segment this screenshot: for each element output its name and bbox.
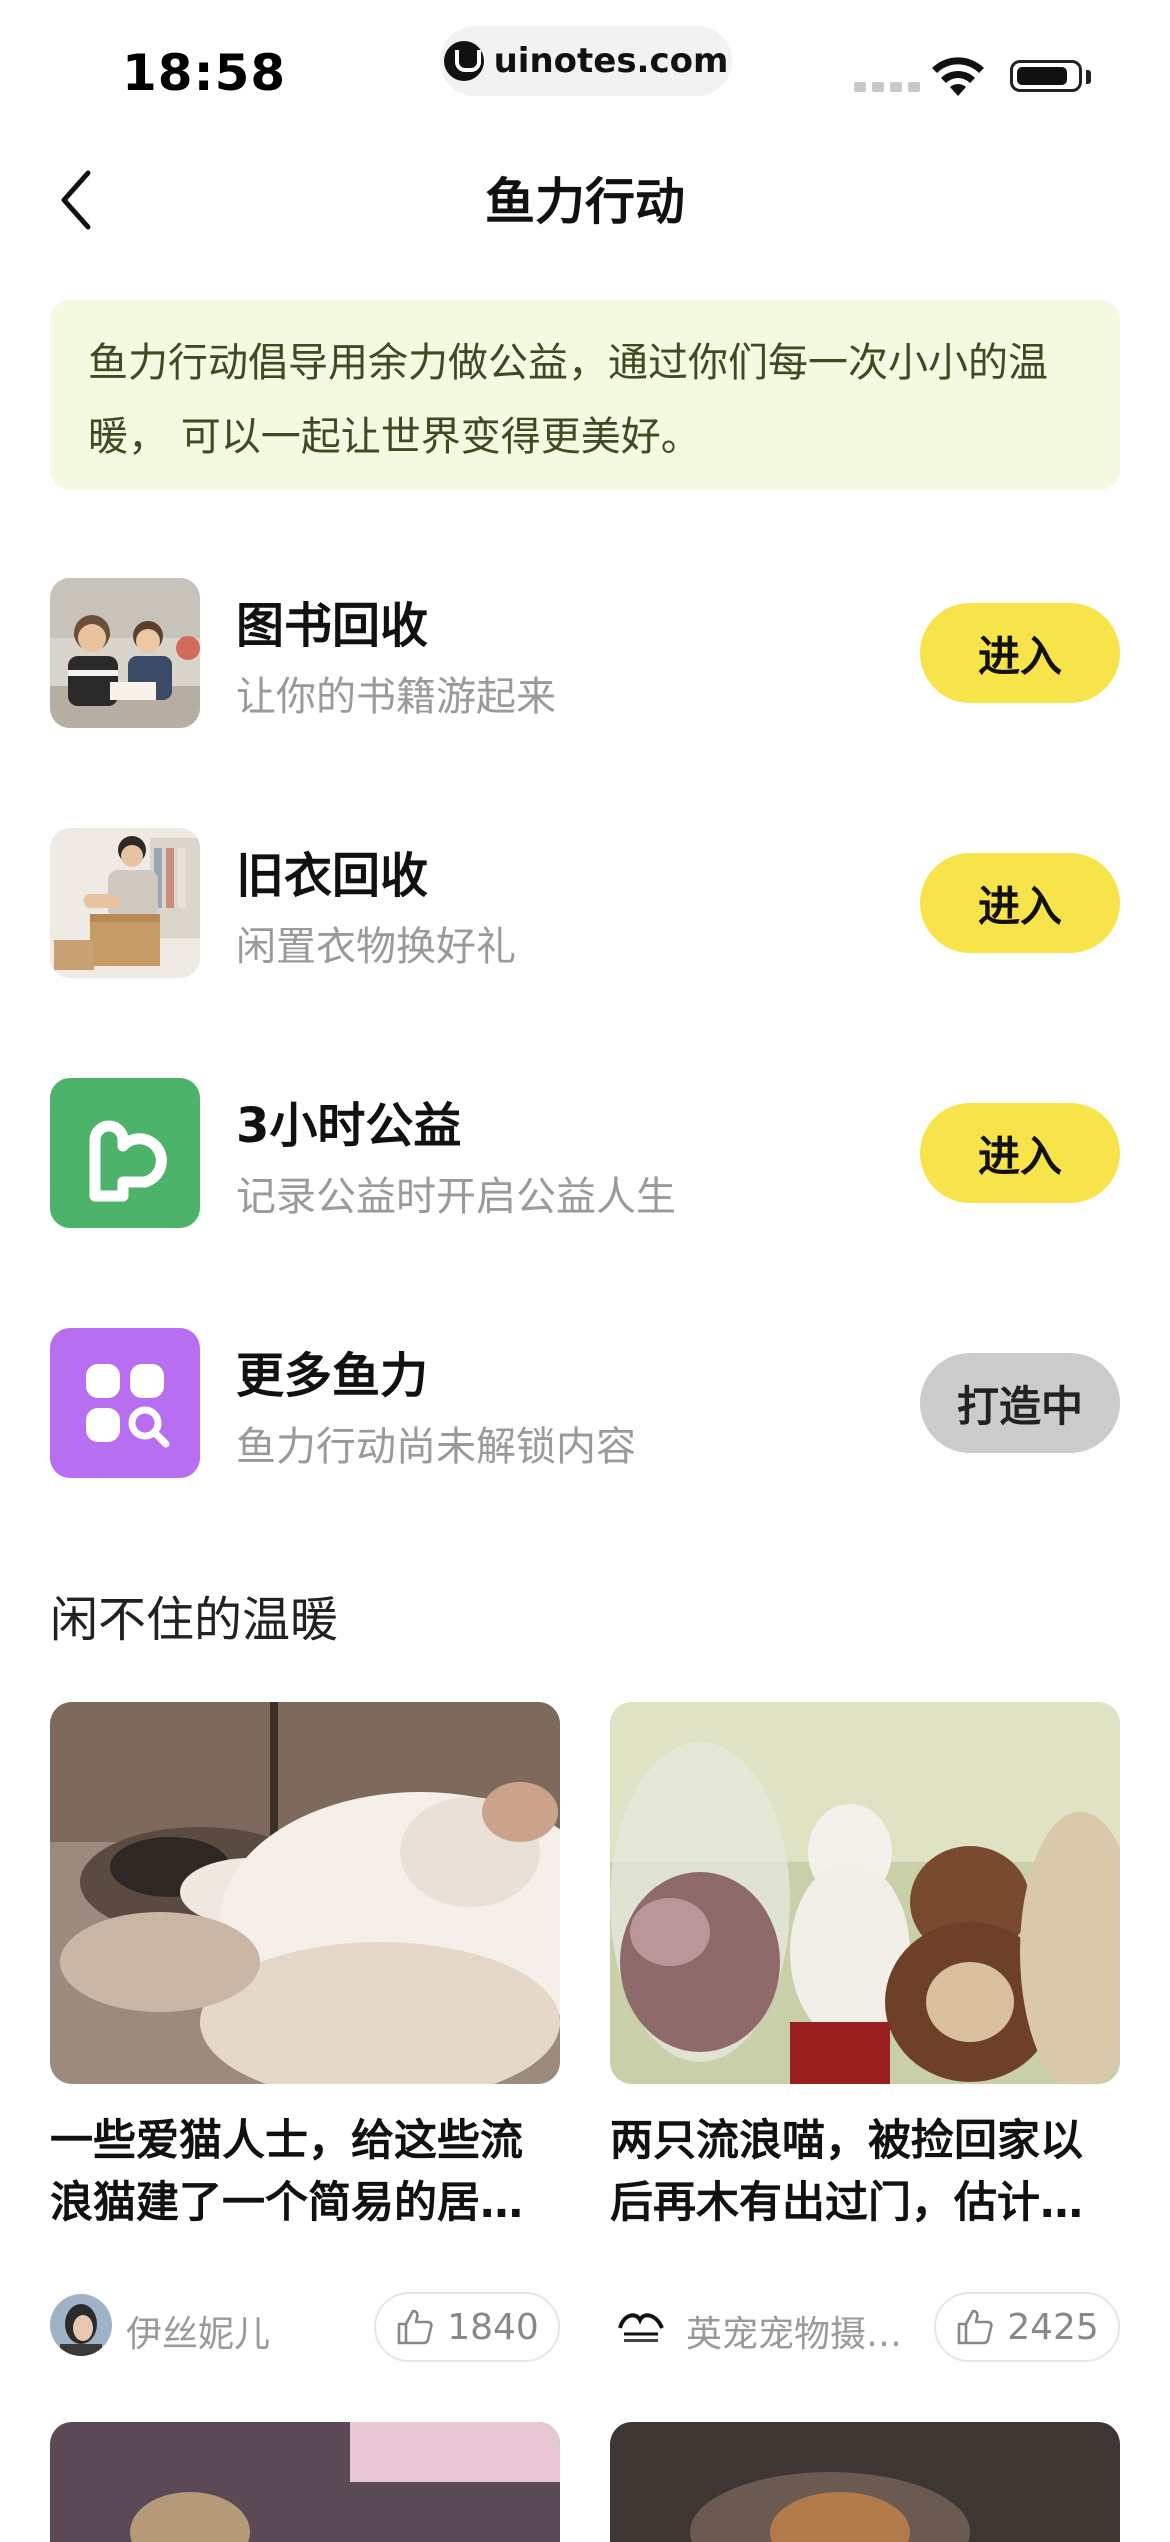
feed-card-title: 一些爱猫人士，给这些流 浪猫建了一个简易的居…: [50, 2116, 523, 2228]
enter-button[interactable]: 进入: [920, 853, 1120, 953]
program-title: 更多鱼力: [236, 1348, 429, 1404]
url-text: uinotes.com: [493, 41, 729, 81]
intro-banner: 鱼力行动倡导用余力做公益，通过你们每一次小小的温暖， 可以一起让世界变得更美好。: [50, 300, 1120, 490]
cellular-signal-icon: [854, 82, 920, 92]
enter-button[interactable]: 进入: [920, 1103, 1120, 1203]
like-count: 2425: [1007, 2306, 1099, 2348]
grid-search-icon: [50, 1328, 200, 1478]
program-subtitle: 鱼力行动尚未解锁内容: [236, 1424, 636, 1470]
program-title: 3小时公益: [236, 1098, 462, 1154]
program-subtitle: 让你的书籍游起来: [236, 674, 556, 720]
thumbs-up-icon: [957, 2309, 993, 2345]
like-count: 1840: [447, 2306, 539, 2348]
program-subtitle: 记录公益时开启公益人生: [236, 1174, 676, 1220]
author-name[interactable]: 英宠宠物摄…: [686, 2305, 902, 2357]
page-title: 鱼力行动: [485, 173, 685, 231]
battery-cap: [1086, 70, 1091, 84]
heart-hand-icon: [50, 1078, 200, 1228]
coming-soon-button: 打造中: [920, 1353, 1120, 1453]
wifi-icon: [932, 57, 984, 96]
status-time: 18:58: [122, 44, 287, 102]
program-title: 图书回收: [236, 598, 429, 654]
program-row-clothes[interactable]: 旧衣回收 闲置衣物换好礼 进入: [50, 828, 1120, 978]
avatar[interactable]: [50, 2294, 112, 2356]
book-recycle-photo: [50, 578, 200, 728]
like-button[interactable]: 1840: [374, 2292, 560, 2362]
like-button[interactable]: 2425: [934, 2292, 1120, 2362]
cats-sleeping-photo: [50, 1702, 560, 2084]
program-row-volunteer[interactable]: 3小时公益 记录公益时开启公益人生 进入: [50, 1078, 1120, 1228]
enter-button[interactable]: 进入: [920, 603, 1120, 703]
feed-card-image-partial[interactable]: [50, 2422, 560, 2542]
cat-with-teddy-bear-photo: [610, 1702, 1120, 2084]
avatar[interactable]: [610, 2294, 672, 2356]
program-title: 旧衣回收: [236, 848, 429, 904]
clothes-recycle-photo: [50, 828, 200, 978]
uinotes-logo-icon: [443, 41, 484, 81]
section-title: 闲不住的温暖: [50, 1592, 339, 1648]
url-pill[interactable]: uinotes.com: [440, 26, 732, 96]
program-row-book[interactable]: 图书回收 让你的书籍游起来 进入: [50, 578, 1120, 728]
battery-icon: [1010, 60, 1082, 92]
program-subtitle: 闲置衣物换好礼: [236, 924, 516, 970]
author-name[interactable]: 伊丝妮儿: [126, 2305, 270, 2357]
feed-card-image-partial[interactable]: [610, 2422, 1120, 2542]
program-row-more[interactable]: 更多鱼力 鱼力行动尚未解锁内容 打造中: [50, 1328, 1120, 1478]
feed-card-title: 两只流浪喵，被捡回家以 后再木有出过门，估计…: [610, 2116, 1083, 2228]
thumbs-up-icon: [397, 2309, 433, 2345]
